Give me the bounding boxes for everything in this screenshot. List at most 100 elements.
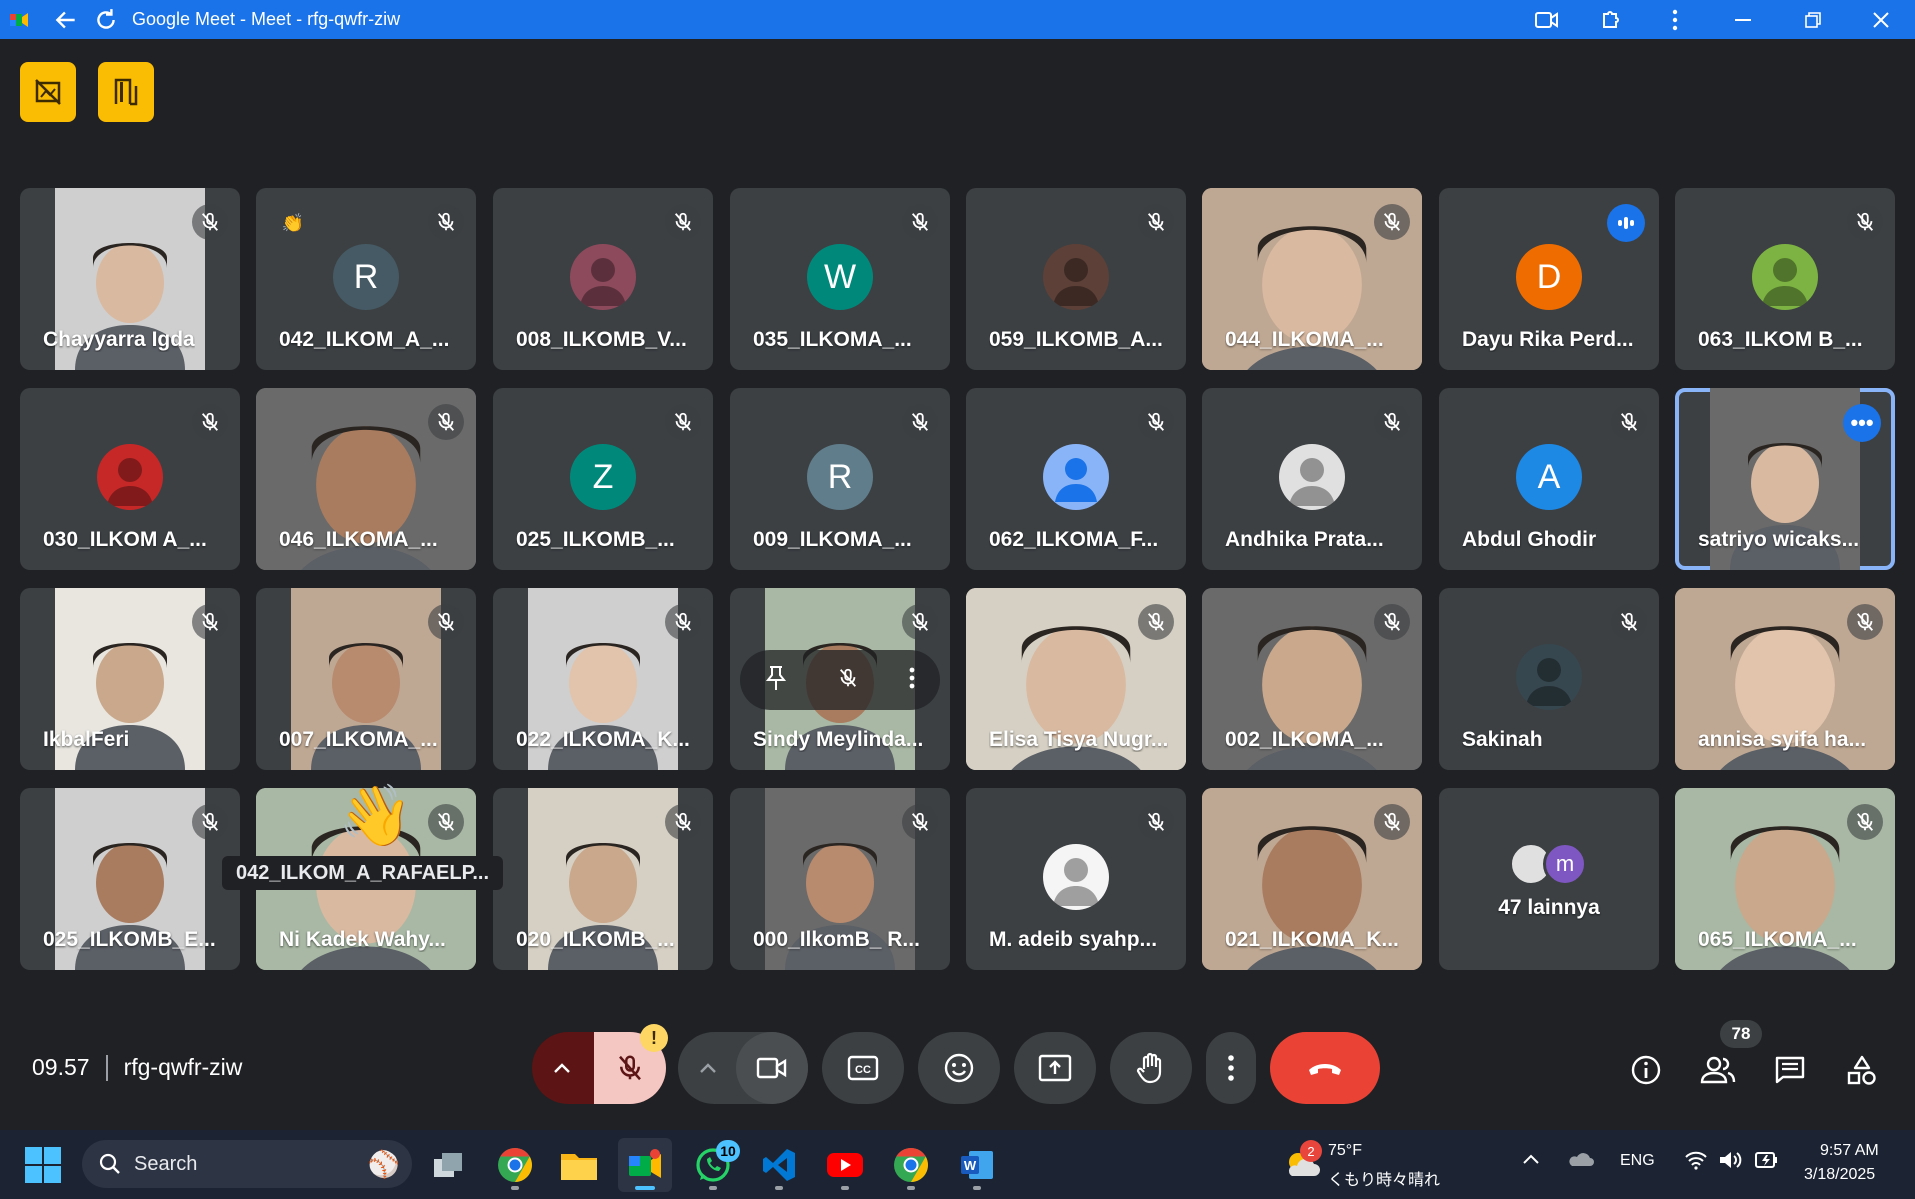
participant-tile[interactable]: 062_ILKOMA_F...: [966, 388, 1186, 570]
camera-icon[interactable]: [1515, 0, 1579, 39]
participant-tile[interactable]: Elisa Tisya Nugr...: [966, 588, 1186, 770]
volume-icon[interactable]: [1718, 1150, 1744, 1175]
restore-icon[interactable]: [1779, 0, 1847, 39]
mic-off-icon: [665, 404, 701, 440]
participant-name: 007_ILKOMA_...: [279, 728, 438, 751]
activities-button[interactable]: [1840, 1048, 1884, 1092]
weather-temperature: 75°F: [1328, 1142, 1362, 1159]
participant-tile[interactable]: R 009_ILKOMA_...: [730, 388, 950, 570]
chat-button[interactable]: [1768, 1048, 1812, 1092]
mic-options-chevron[interactable]: [532, 1032, 592, 1104]
meet-taskbar-icon[interactable]: [618, 1138, 672, 1192]
emoji-button[interactable]: [918, 1032, 1000, 1104]
mic-off-icon: [192, 204, 228, 240]
mic-off-icon: [1374, 204, 1410, 240]
mic-off-icon: [192, 404, 228, 440]
clap-icon: 👏: [276, 206, 310, 240]
leave-call-button[interactable]: [1270, 1032, 1380, 1104]
people-button[interactable]: [1696, 1048, 1740, 1092]
participant-tile[interactable]: A Abdul Ghodir: [1439, 388, 1659, 570]
minimize-icon[interactable]: [1707, 0, 1779, 39]
participant-tile[interactable]: Sindy Meylinda...: [730, 588, 950, 770]
participant-tile[interactable]: 030_ILKOM A_...: [20, 388, 240, 570]
clock-date[interactable]: 3/18/2025: [1804, 1166, 1875, 1184]
tray-chevron-up-icon[interactable]: [1522, 1152, 1540, 1170]
mute-participant-icon[interactable]: [837, 667, 859, 694]
vscode-icon[interactable]: [752, 1138, 806, 1192]
windows-start-icon[interactable]: [24, 1146, 62, 1184]
mic-off-icon: [1847, 804, 1883, 840]
participant-tile[interactable]: 044_ILKOMA_...: [1202, 188, 1422, 370]
onedrive-icon[interactable]: [1566, 1148, 1594, 1175]
chat-icon: [1775, 1056, 1805, 1084]
title-bar: Google Meet - Meet - rfg-qwfr-ziw: [0, 0, 1915, 39]
tile-more-options-icon[interactable]: •••: [1843, 404, 1881, 442]
wifi-icon[interactable]: [1684, 1150, 1708, 1175]
meeting-info: 09.57 rfg-qwfr-ziw: [32, 1054, 242, 1081]
close-icon[interactable]: [1847, 0, 1915, 39]
participant-tile[interactable]: Andhika Prata...: [1202, 388, 1422, 570]
present-screen-button[interactable]: [1014, 1032, 1096, 1104]
task-view-icon[interactable]: [422, 1138, 476, 1192]
weather-description: くもり時々晴れ: [1328, 1172, 1441, 1189]
exit-door-button[interactable]: [98, 62, 154, 122]
extensions-icon[interactable]: [1579, 0, 1643, 39]
whatsapp-icon[interactable]: 10: [686, 1138, 740, 1192]
more-vert-icon[interactable]: [1643, 0, 1707, 39]
camera-toggle-button[interactable]: [736, 1032, 808, 1104]
divider: [105, 1054, 108, 1081]
participant-tile[interactable]: M. adeib syahp...: [966, 788, 1186, 970]
participant-tile[interactable]: 022_ILKOMA_K...: [493, 588, 713, 770]
youtube-icon[interactable]: [818, 1138, 872, 1192]
mic-off-icon: [665, 804, 701, 840]
participant-tile[interactable]: 065_ILKOMA_...: [1675, 788, 1895, 970]
participant-tile[interactable]: 002_ILKOMA_...: [1202, 588, 1422, 770]
participant-tile[interactable]: 059_ILKOMB_A...: [966, 188, 1186, 370]
reload-icon[interactable]: [86, 0, 126, 39]
weather-icon[interactable]: 2: [1282, 1140, 1322, 1184]
activities-icon: [1847, 1055, 1876, 1085]
participant-tile[interactable]: 025_ILKOMB_E...: [20, 788, 240, 970]
language-indicator[interactable]: ENG: [1620, 1152, 1655, 1170]
back-icon[interactable]: [46, 0, 86, 39]
participant-tile[interactable]: ••• satriyo wicaks...: [1675, 388, 1895, 570]
file-explorer-icon[interactable]: [552, 1138, 606, 1192]
participant-tile[interactable]: R 👏 042_ILKOM_A_...: [256, 188, 476, 370]
taskbar-search-box[interactable]: Search ⚾: [82, 1140, 412, 1188]
battery-icon[interactable]: [1754, 1148, 1780, 1177]
participant-tile[interactable]: annisa syifa ha...: [1675, 588, 1895, 770]
participant-tile[interactable]: Chayyarra Igda: [20, 188, 240, 370]
participant-tile[interactable]: 020_ILKOMB_...: [493, 788, 713, 970]
search-icon: [99, 1153, 120, 1174]
participant-tile[interactable]: m 47 lainnya: [1439, 788, 1659, 970]
participant-tile[interactable]: 000_IlkomB_ R...: [730, 788, 950, 970]
participant-tile[interactable]: D Dayu Rika Perd...: [1439, 188, 1659, 370]
participant-tile[interactable]: Sakinah: [1439, 588, 1659, 770]
participant-name: 008_ILKOMB_V...: [516, 328, 687, 351]
camera-options-chevron[interactable]: [678, 1032, 738, 1104]
chrome-taskbar-icon[interactable]: [488, 1138, 542, 1192]
avatar-letter: A: [1537, 457, 1561, 496]
meeting-details-button[interactable]: [1624, 1048, 1668, 1092]
mic-off-icon: [902, 804, 938, 840]
more-vert-icon[interactable]: [909, 667, 915, 694]
participant-name: 030_ILKOM A_...: [43, 528, 207, 551]
participant-tile[interactable]: Z 025_ILKOMB_...: [493, 388, 713, 570]
participant-tile[interactable]: IkbalFeri: [20, 588, 240, 770]
chrome-profile-icon[interactable]: [884, 1138, 938, 1192]
participant-tile[interactable]: 008_ILKOMB_V...: [493, 188, 713, 370]
pin-icon[interactable]: [765, 665, 787, 696]
participant-name: 025_ILKOMB_E...: [43, 928, 216, 951]
word-icon[interactable]: W: [950, 1138, 1004, 1192]
more-options-button[interactable]: [1206, 1032, 1256, 1104]
raise-hand-button[interactable]: [1110, 1032, 1192, 1104]
participant-tile[interactable]: 007_ILKOMA_...: [256, 588, 476, 770]
mic-off-icon: [665, 604, 701, 640]
participant-tile[interactable]: 046_ILKOMA_...: [256, 388, 476, 570]
clock-time[interactable]: 9:57 AM: [1820, 1142, 1879, 1160]
participant-tile[interactable]: 021_ILKOMA_K...: [1202, 788, 1422, 970]
participant-tile[interactable]: 063_ILKOM B_...: [1675, 188, 1895, 370]
participant-tile[interactable]: W 035_ILKOMA_...: [730, 188, 950, 370]
hide-self-view-button[interactable]: [20, 62, 76, 122]
captions-button[interactable]: CC: [822, 1032, 904, 1104]
